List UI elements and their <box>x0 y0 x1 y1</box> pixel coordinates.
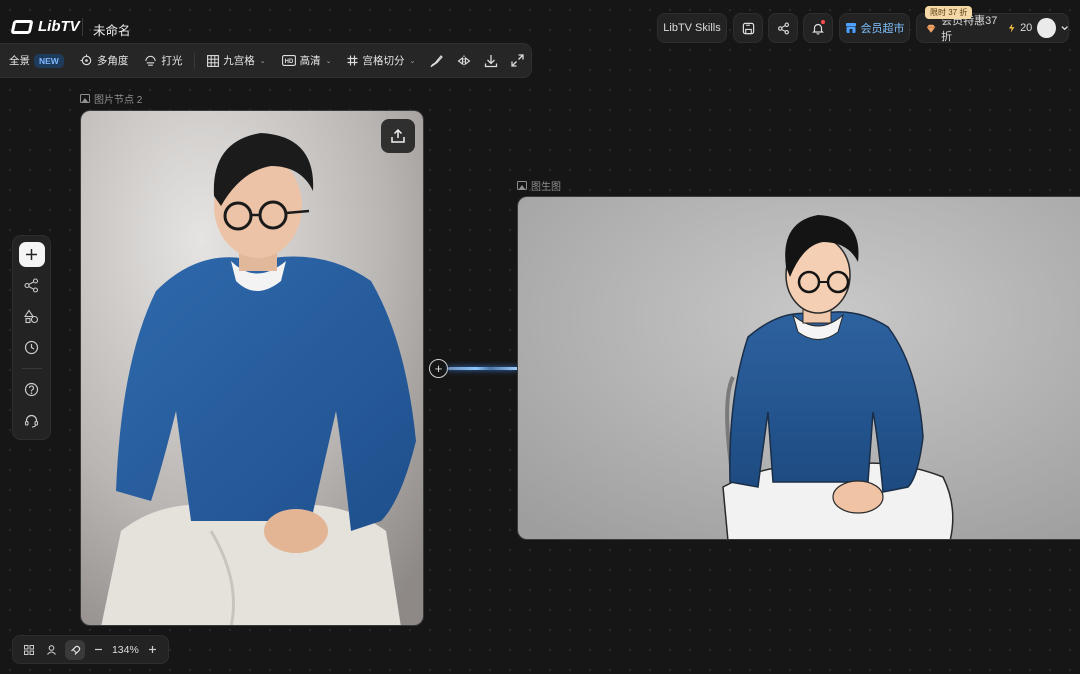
expand-tool[interactable] <box>504 54 531 67</box>
brush-icon <box>430 54 443 67</box>
upload-icon <box>391 128 405 143</box>
zoom-out-button[interactable] <box>89 640 108 660</box>
target-node-label[interactable]: 图生图 <box>517 178 561 193</box>
save-button[interactable] <box>733 13 763 43</box>
new-badge: NEW <box>34 53 64 68</box>
download-tool[interactable] <box>477 54 504 68</box>
lightning-icon <box>1008 23 1015 33</box>
hashtag-icon <box>347 55 358 66</box>
snap-toggle-button[interactable] <box>65 639 85 660</box>
brush-tool[interactable] <box>423 54 450 68</box>
portrait-photo <box>81 111 423 625</box>
grid-view-icon <box>23 644 34 655</box>
logo-mark-icon <box>10 19 34 34</box>
rail-divider <box>21 368 42 369</box>
panorama-tool[interactable]: 全景 NEW <box>1 44 72 77</box>
history-button[interactable] <box>19 335 45 360</box>
add-connection-button[interactable]: + <box>429 359 448 378</box>
libtv-skills-label: LibTV Skills <box>663 22 721 34</box>
mirror-tool[interactable] <box>450 55 477 67</box>
store-icon <box>845 23 856 33</box>
target-node-title: 图生图 <box>531 182 561 193</box>
shapes-icon <box>24 309 39 324</box>
headset-icon <box>24 414 39 428</box>
download-icon <box>484 54 497 67</box>
plus-icon: + <box>434 361 443 376</box>
chevron-down-icon: ⌄ <box>325 57 332 65</box>
hd-icon: HD <box>281 55 296 66</box>
multi-angle-tool[interactable]: 多角度 <box>72 44 137 77</box>
help-button[interactable] <box>19 377 45 402</box>
rotate-3d-icon <box>80 54 92 66</box>
zoom-in-button[interactable] <box>143 640 162 660</box>
member-market-button[interactable]: 会员超市 <box>839 13 910 43</box>
nine-grid-tool[interactable]: 九宫格 ⌄ <box>199 44 273 77</box>
magnet-icon <box>71 645 81 655</box>
member-market-label: 会员超市 <box>860 23 905 35</box>
project-title[interactable]: 未命名 <box>93 20 131 39</box>
upload-button[interactable] <box>381 119 415 153</box>
support-button[interactable] <box>19 408 45 433</box>
add-node-button[interactable] <box>18 242 45 267</box>
multi-angle-label: 多角度 <box>96 55 129 67</box>
share-button[interactable] <box>768 13 798 43</box>
chevron-down-icon[interactable] <box>1061 25 1068 31</box>
illustration-image <box>518 197 1080 539</box>
hd-tool[interactable]: HD 高清 ⌄ <box>274 44 340 77</box>
assets-button[interactable] <box>19 304 45 329</box>
share-icon <box>777 22 789 34</box>
grid-cut-tool[interactable]: 宫格切分 ⌄ <box>339 44 423 77</box>
app-logo[interactable]: LibTV <box>10 18 80 35</box>
panorama-label: 全景 <box>9 55 30 67</box>
target-image-node[interactable] <box>517 196 1080 540</box>
help-icon <box>24 382 39 397</box>
chevron-down-icon: ⌄ <box>409 57 416 65</box>
toolbar-divider <box>194 52 196 69</box>
image-icon <box>80 94 90 103</box>
canvas-controls: 134% <box>12 635 169 664</box>
source-node-title: 图片节点 2 <box>94 95 143 106</box>
workflow-button[interactable] <box>19 273 45 298</box>
hd-label: 高清 <box>299 55 321 67</box>
clock-icon <box>24 340 39 355</box>
libtv-skills-button[interactable]: LibTV Skills <box>657 13 727 43</box>
promo-badge: 限时 37 折 <box>925 6 973 19</box>
source-node-label[interactable]: 图片节点 2 <box>80 91 142 106</box>
grid-cut-label: 宫格切分 <box>362 55 405 67</box>
save-icon <box>742 22 754 34</box>
diamond-icon <box>926 24 936 33</box>
logo-text: LibTV <box>38 18 80 35</box>
grid-icon <box>207 54 220 67</box>
nine-grid-label: 九宫格 <box>223 55 255 67</box>
plus-icon <box>148 646 156 653</box>
header-divider <box>82 18 83 36</box>
workflow-icon <box>24 278 39 293</box>
minus-icon <box>94 648 102 651</box>
zoom-level[interactable]: 134% <box>112 644 139 656</box>
grid-view-button[interactable] <box>19 640 38 660</box>
credits-count: 20 <box>1020 22 1033 34</box>
flip-icon <box>457 55 471 66</box>
notification-dot <box>821 20 825 24</box>
left-tool-rail <box>12 235 51 440</box>
source-image-node[interactable] <box>80 110 424 626</box>
user-icon <box>47 645 57 655</box>
user-avatar[interactable] <box>1037 18 1056 38</box>
light-icon <box>145 55 157 66</box>
connection-edge[interactable] <box>448 367 518 370</box>
svg-text:HD: HD <box>284 59 293 65</box>
expand-icon <box>511 54 524 67</box>
notifications-button[interactable] <box>803 13 833 43</box>
chevron-down-icon: ⌄ <box>259 57 266 65</box>
collaborator-button[interactable] <box>42 640 61 660</box>
plus-icon <box>26 249 37 260</box>
image-toolbar: 全景 NEW 多角度 打光 九宫格 ⌄ HD 高清 ⌄ 宫格切分 ⌄ <box>0 43 532 78</box>
lighting-label: 打光 <box>161 55 183 67</box>
image-icon <box>517 181 527 190</box>
lighting-tool[interactable]: 打光 <box>136 44 190 77</box>
